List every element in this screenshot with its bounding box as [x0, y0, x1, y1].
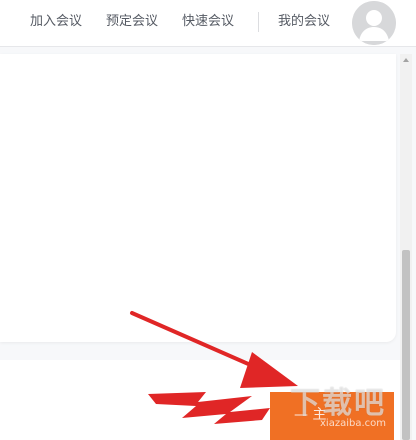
top-nav-bar: 加入会议 预定会议 快速会议 我的会议 [0, 0, 416, 47]
scroll-up-arrow-icon[interactable] [403, 58, 409, 62]
nav-schedule-meeting[interactable]: 预定会议 [106, 13, 158, 31]
user-avatar-icon [352, 1, 396, 45]
app-window: 加入会议 预定会议 快速会议 我的会议 — 主 下载吧 xiazaiba.com [0, 0, 416, 440]
nav-divider [258, 12, 259, 32]
nav-quick-meeting[interactable]: 快速会议 [182, 13, 234, 31]
primary-action-button[interactable]: — 主 [270, 392, 394, 440]
nav-join-meeting[interactable]: 加入会议 [30, 13, 82, 31]
avatar[interactable] [352, 1, 396, 45]
scrollbar-thumb[interactable] [402, 250, 410, 440]
content-panel [0, 54, 396, 342]
nav-my-meetings[interactable]: 我的会议 [278, 13, 330, 31]
primary-action-button-label: — 主 [294, 407, 327, 423]
